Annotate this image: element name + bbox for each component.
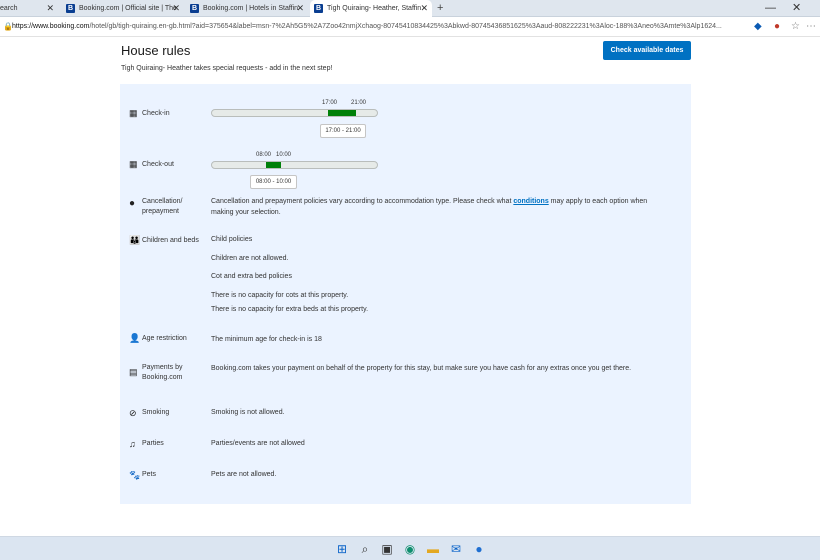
close-window-icon[interactable]: ✕ [792, 0, 801, 17]
checkin-tick-end: 21:00 [351, 100, 367, 106]
family-icon: 👪 [129, 235, 141, 245]
pets-text: Pets are not allowed. [211, 471, 277, 478]
cancellation-text-line2: making your selection. [211, 209, 281, 216]
booking-favicon-icon: B [66, 4, 75, 13]
pets-label: Pets [142, 471, 157, 478]
edge-icon[interactable]: ◉ [402, 541, 418, 557]
parties-label: Parties [142, 440, 164, 447]
checkin-range-tooltip: 17:00 - 21:00 [320, 124, 366, 138]
conditions-link[interactable]: conditions [513, 198, 548, 205]
party-icon: ♫ [129, 439, 136, 449]
cancellation-label-1: Cancellation/ [142, 198, 183, 205]
page-content: House rules Check available dates Tigh Q… [0, 37, 820, 533]
mail-icon[interactable]: ✉ [448, 541, 464, 557]
address-bar: 🔒 https://www.booking.com/hotel/gb/tigh-… [0, 17, 820, 37]
payments-text: Booking.com takes your payment on behalf… [211, 365, 632, 372]
checkin-timeline [211, 109, 378, 117]
file-explorer-icon[interactable]: ▬ [425, 541, 441, 557]
taskbar: ⊞ ⌕ ▣ ◉ ▬ ✉ ● [0, 536, 820, 560]
checkout-range-bar [266, 162, 282, 168]
tab-booking-official[interactable]: B Booking.com | Official site | The ✕ [62, 0, 184, 17]
checkout-label: Check-out [142, 161, 174, 168]
booking-favicon-icon: B [190, 4, 199, 13]
cancellation-label-2: prepayment [142, 208, 179, 215]
child-policies-heading: Child policies [211, 236, 253, 243]
smoking-label: Smoking [142, 409, 170, 416]
minimize-icon[interactable]: — [765, 0, 776, 17]
card-icon: ▤ [129, 367, 138, 377]
special-requests-note: Tigh Quiraing- Heather takes special req… [121, 65, 333, 72]
menu-icon[interactable]: ⋯ [806, 20, 816, 34]
favorites-icon[interactable]: ☆ [791, 20, 800, 34]
payments-label-1: Payments by [142, 364, 183, 371]
tab-tigh-quiraing[interactable]: B Tigh Quiraing- Heather, Staffin - ✕ [310, 0, 432, 17]
person-icon: 👤 [129, 333, 141, 343]
checkin-range-bar [327, 110, 356, 116]
close-icon[interactable]: ✕ [172, 0, 180, 17]
calendar-icon: ▦ [129, 159, 138, 169]
children-label: Children and beds [142, 237, 199, 244]
smoking-text: Smoking is not allowed. [211, 409, 285, 416]
checkout-timeline [211, 161, 378, 169]
parties-text: Parties/events are not allowed [211, 440, 305, 447]
close-icon[interactable]: ✕ [46, 0, 54, 17]
task-view-icon[interactable]: ▣ [379, 541, 395, 557]
info-icon: ● [129, 198, 136, 209]
browser-tab-bar: earch ✕ B Booking.com | Official site | T… [0, 0, 820, 17]
checkin-tick-start: 17:00 [322, 100, 338, 106]
children-policy-text: Children are not allowed. [211, 255, 289, 262]
app-icon[interactable]: ● [471, 541, 487, 557]
cancellation-text: Cancellation and prepayment policies var… [211, 198, 648, 205]
page-title: House rules [121, 43, 191, 58]
checkout-tick-end: 10:00 [276, 152, 292, 158]
no-smoking-icon: ⊘ [129, 408, 137, 418]
cot-policies-heading: Cot and extra bed policies [211, 273, 292, 280]
close-icon[interactable]: ✕ [420, 0, 428, 17]
cot-capacity-text: There is no capacity for cots at this pr… [211, 292, 349, 299]
booking-favicon-icon: B [314, 4, 323, 13]
age-label: Age restriction [142, 335, 187, 342]
start-icon[interactable]: ⊞ [334, 541, 350, 557]
checkin-label: Check-in [142, 110, 170, 117]
house-rules-panel: ▦ Check-in 17:00 21:00 17:00 - 21:00 ▦ C… [120, 84, 691, 504]
close-icon[interactable]: ✕ [296, 0, 304, 17]
tab-search[interactable]: earch ✕ [0, 0, 58, 17]
age-text: The minimum age for check-in is 18 [211, 336, 322, 343]
search-icon[interactable]: ⌕ [357, 541, 373, 557]
checkout-range-tooltip: 08:00 - 10:00 [250, 175, 297, 189]
url-field[interactable]: https://www.booking.com/hotel/gb/tigh-qu… [12, 17, 744, 37]
payments-label-2: Booking.com [142, 374, 183, 381]
extra-bed-capacity-text: There is no capacity for extra beds at t… [211, 306, 369, 313]
check-dates-button[interactable]: Check available dates [603, 41, 691, 60]
calendar-icon: ▦ [129, 108, 138, 118]
tab-booking-hotels[interactable]: B Booking.com | Hotels in Staffin ✕ [186, 0, 308, 17]
checkout-tick-start: 08:00 [256, 152, 272, 158]
paw-icon: 🐾 [129, 470, 141, 480]
extension-icon[interactable]: ◆ [754, 20, 762, 34]
pocket-icon[interactable]: ● [774, 20, 780, 34]
new-tab-button[interactable]: + [437, 0, 443, 17]
